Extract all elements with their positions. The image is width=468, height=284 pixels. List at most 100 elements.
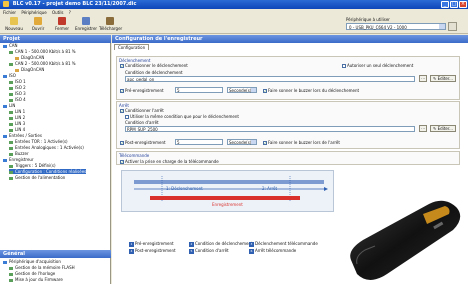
start-buzzer-checkbox[interactable]: ✓Faire sonner le buzzer lors du déclench… bbox=[263, 88, 359, 93]
toolbar-button-5[interactable]: Télécharger bbox=[99, 17, 122, 33]
menu-fichier[interactable]: Fichier bbox=[3, 10, 16, 15]
project-panel-header: Projet bbox=[0, 35, 111, 43]
app-logo-icon bbox=[3, 1, 9, 7]
stop-condition-field[interactable]: RPM_SUP_2500 bbox=[125, 126, 415, 132]
buzzer-icon bbox=[9, 152, 13, 156]
tree-item[interactable]: Triggers : 5 Défini(s) bbox=[9, 163, 56, 168]
tree-item[interactable]: Gestion de l'horloge bbox=[9, 271, 55, 276]
tree-item[interactable]: DiagOnCAN bbox=[15, 67, 44, 72]
menu-help[interactable]: ? bbox=[69, 10, 71, 15]
pre-recording-unit-select[interactable]: Seconde(s) bbox=[227, 87, 257, 93]
single-trigger-checkbox[interactable]: Autoriser un seul déclenchement bbox=[342, 63, 413, 68]
toolbar-button-2[interactable]: Ouvrir bbox=[27, 17, 49, 33]
tree-item[interactable]: CAN bbox=[3, 43, 18, 48]
pre-recording-unit-value: Seconde(s) bbox=[229, 88, 252, 93]
tree-item-label: CAN 2 - 500.000 Kbit/s à 81 % bbox=[15, 61, 76, 66]
stop-condition-checkbox[interactable]: ✓Conditionner l'arrêt bbox=[120, 108, 164, 113]
config-icon bbox=[9, 170, 13, 174]
project-panel: Projet CAN CAN 1 - 500.000 Kbit/s à 81 % D… bbox=[0, 35, 111, 284]
legend-item: 5 Condition d'arrêt bbox=[189, 248, 229, 254]
trigger-icon bbox=[9, 164, 13, 168]
tab-configuration[interactable]: Configuration bbox=[114, 44, 150, 50]
legend-text: Condition de déclenchement bbox=[195, 241, 253, 246]
new-file-icon bbox=[10, 17, 18, 25]
toolbar-button-1[interactable]: Nouveau bbox=[3, 17, 25, 33]
remote-checkbox[interactable]: ✓Activer la prise en charge de la téléco… bbox=[120, 159, 219, 164]
stop-condition-field-label: Condition d'arrêt bbox=[125, 120, 159, 125]
tree-item-label: DiagOnCAN bbox=[21, 55, 45, 60]
tree-item[interactable]: Entrées / Sorties bbox=[3, 133, 42, 138]
toolbar-button-3[interactable]: Fermer bbox=[51, 17, 73, 33]
tree-item[interactable]: LIN bbox=[3, 103, 15, 108]
tree-item-label: ISO bbox=[9, 73, 16, 78]
stop-condition-edit-button[interactable]: ✎ Editer... bbox=[430, 125, 456, 132]
legend-text: Déclenchement télécommande bbox=[255, 241, 318, 246]
tree-item[interactable]: Configuration : Conditions réalisées bbox=[9, 169, 87, 174]
post-recording-checkbox[interactable]: ✓Post-enregistrement bbox=[120, 140, 166, 145]
tree-item-label: Gestion de la mémoire FLASH bbox=[15, 265, 75, 270]
stop-buzzer-checkbox[interactable]: ✓Faire sonner le buzzer lors de l'arrêt bbox=[263, 140, 340, 145]
tree-item[interactable]: ISO 4 bbox=[9, 97, 26, 102]
start-condition-field[interactable]: apc_pedal_on bbox=[125, 76, 415, 82]
tree-item[interactable]: Entrées TOR : 1 Activée(s) bbox=[9, 139, 68, 144]
tree-item[interactable]: CAN 2 - 500.000 Kbit/s à 81 % bbox=[9, 61, 76, 66]
tree-item[interactable]: Mise à jour du Firmware bbox=[9, 277, 63, 282]
tree-item[interactable]: ISO 1 bbox=[9, 79, 26, 84]
bus-icon bbox=[9, 128, 13, 132]
bus-icon bbox=[9, 80, 13, 84]
tree-item[interactable]: DiagOnCAN bbox=[15, 55, 44, 60]
tree-item[interactable]: LIN 2 bbox=[9, 115, 25, 120]
post-recording-unit-select[interactable]: Seconde(s) bbox=[227, 139, 257, 145]
start-condition-label: Conditionner le déclenchement bbox=[125, 63, 188, 68]
tree-item[interactable]: ISO bbox=[3, 73, 16, 78]
memory-icon bbox=[9, 266, 13, 270]
tree-item[interactable]: LIN 3 bbox=[9, 121, 25, 126]
checkmark-icon: ✓ bbox=[263, 89, 267, 93]
start-condition-edit-button[interactable]: ✎ Editer... bbox=[430, 75, 456, 82]
close-button[interactable]: × bbox=[459, 1, 467, 8]
bus-icon bbox=[9, 86, 13, 90]
tree-item[interactable]: LIN 1 bbox=[9, 109, 25, 114]
device-selector[interactable]: 0 - USB_PKU_C664 V2 - 1000 bbox=[346, 23, 446, 30]
legend-text: Condition d'arrêt bbox=[195, 248, 229, 253]
recording-label: Enregistrement bbox=[212, 202, 243, 207]
menu-peripherique[interactable]: Périphérique bbox=[21, 10, 46, 15]
same-condition-checkbox[interactable]: Utiliser la même condition que pour le d… bbox=[125, 114, 239, 119]
post-recording-unit-value: Seconde(s) bbox=[229, 140, 252, 145]
window-title: BLC v0.17 - projet demo BLC 23/11/2007.d… bbox=[12, 1, 137, 7]
pre-recording-duration-input[interactable]: 5 bbox=[175, 87, 223, 93]
device-selector-label: Périphérique à utiliser bbox=[346, 17, 390, 22]
bus-icon bbox=[9, 122, 13, 126]
start-condition-browse-button[interactable]: ⋯ bbox=[419, 75, 427, 82]
tree-item[interactable]: ISO 3 bbox=[9, 91, 26, 96]
clock-icon bbox=[9, 272, 13, 276]
stop-section: Arrêt ✓Conditionner l'arrêt Utiliser la … bbox=[116, 101, 460, 149]
legend-number-badge: 1 bbox=[129, 242, 134, 247]
post-recording-duration-input[interactable]: 5 bbox=[175, 139, 223, 145]
pre-recording-checkbox[interactable]: ✓Pré-enregistrement bbox=[120, 88, 164, 93]
refresh-device-button[interactable] bbox=[448, 22, 457, 31]
minimize-button[interactable]: _ bbox=[441, 1, 449, 8]
toolbar-button-label: Ouvrir bbox=[31, 26, 45, 31]
tree-item[interactable]: Entrées Analogiques : 1 Activée(s) bbox=[9, 145, 84, 150]
toolbar-button-4[interactable]: Enregistrer bbox=[75, 17, 97, 33]
tree-item[interactable]: Gestion de la mémoire FLASH bbox=[9, 265, 75, 270]
maximize-button[interactable]: □ bbox=[450, 1, 458, 8]
tree-item[interactable]: Buzzer bbox=[9, 151, 29, 156]
stop-condition-browse-button[interactable]: ⋯ bbox=[419, 125, 427, 132]
tree-item[interactable]: Périphérique d'acquisition bbox=[3, 259, 61, 264]
start-condition-checkbox[interactable]: ✓Conditionner le déclenchement bbox=[120, 63, 188, 68]
device-icon bbox=[3, 260, 7, 264]
tree-item-label: Gestion de l'horloge bbox=[15, 271, 56, 276]
tree-item[interactable]: CAN 1 - 500.000 Kbit/s à 81 % bbox=[9, 49, 76, 54]
tree-item[interactable]: ISO 2 bbox=[9, 85, 26, 90]
menu-outils[interactable]: Outils bbox=[52, 10, 64, 15]
checkmark-icon: ✓ bbox=[120, 141, 124, 145]
legend-text: Pré-enregistrement bbox=[135, 241, 174, 246]
tree-item[interactable]: Enregistreur bbox=[3, 157, 34, 162]
checkmark-icon: ✓ bbox=[120, 160, 124, 164]
tree-item[interactable]: Gestion de l'alimentation bbox=[9, 175, 65, 180]
recording-bar bbox=[150, 196, 300, 200]
tree-item[interactable]: LIN 4 bbox=[9, 127, 25, 132]
tree-item-label: Buzzer bbox=[15, 151, 29, 156]
